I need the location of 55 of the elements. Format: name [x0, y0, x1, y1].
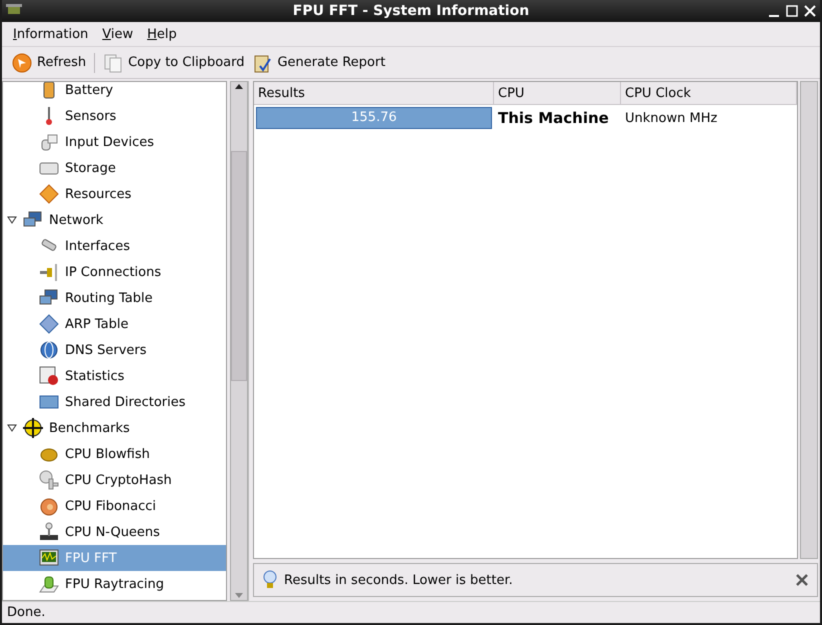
result-value: 155.76 [350, 109, 398, 127]
tree-item[interactable]: ARP Table [3, 311, 226, 337]
joystick-icon [39, 522, 59, 542]
diamond-icon [39, 184, 59, 204]
toolbar-button[interactable]: Generate Report [248, 48, 390, 76]
cylinder-icon [39, 574, 59, 594]
column-header[interactable]: CPU Clock [621, 82, 797, 104]
crosshair-icon [23, 418, 43, 438]
app-icon [6, 4, 22, 16]
menu-item[interactable]: Information [6, 26, 96, 42]
maximize-icon[interactable] [786, 4, 798, 18]
scrollbar-thumb[interactable] [231, 151, 247, 381]
toolbar-button[interactable]: Refresh [8, 48, 90, 76]
scrollbar[interactable] [800, 81, 818, 559]
tree-item[interactable]: CPU Fibonacci [3, 493, 226, 519]
tree-item[interactable]: CPU N-Queens [3, 519, 226, 545]
tree-item[interactable]: Shared Directories [3, 389, 226, 415]
column-header[interactable]: Results [254, 82, 494, 104]
column-header[interactable]: CPU [494, 82, 621, 104]
status-text: Done. [2, 601, 820, 623]
tree-item[interactable]: Statistics [3, 363, 226, 389]
tree-item[interactable]: Network [3, 207, 226, 233]
window-title: FPU FFT - System Information [292, 3, 530, 19]
clipboard-icon [252, 52, 272, 72]
table-cell-text: This Machine [497, 109, 610, 127]
tree-item[interactable]: Routing Table [3, 285, 226, 311]
copy-icon [103, 52, 124, 72]
tree-item[interactable]: FPU Raytracing [3, 571, 226, 597]
menu-item[interactable]: View [95, 26, 140, 42]
lightbulb-icon [262, 570, 278, 590]
menu-item[interactable]: Help [140, 26, 184, 42]
tree-item[interactable]: Resources [3, 181, 226, 207]
refresh-icon [12, 52, 32, 72]
toolbar-button[interactable]: Copy to Clipboard [99, 48, 248, 76]
tree-item[interactable]: Interfaces [3, 233, 226, 259]
table-cell-text: Unknown MHz [624, 110, 718, 126]
tree-item[interactable]: IP Connections [3, 259, 226, 285]
scrollbar[interactable] [230, 81, 248, 601]
plug-icon [39, 262, 59, 282]
close-icon[interactable] [795, 573, 809, 587]
expander-icon[interactable] [7, 424, 17, 432]
tree-item[interactable]: Benchmarks [3, 415, 226, 441]
scroll-up-icon[interactable] [234, 82, 244, 92]
diamond-icon [39, 314, 59, 334]
tree-item[interactable]: CPU CryptoHash [3, 467, 226, 493]
info-text: Results in seconds. Lower is better. [284, 572, 514, 588]
tree-item[interactable]: Input Devices [3, 129, 226, 155]
tree-item[interactable]: Battery [3, 82, 226, 103]
monitor-icon [39, 548, 59, 568]
tree-item[interactable]: Storage [3, 155, 226, 181]
globe-icon [39, 340, 59, 360]
expander-icon[interactable] [7, 216, 17, 224]
tree-item[interactable]: CPU Blowfish [3, 441, 226, 467]
tree-item[interactable]: DNS Servers [3, 337, 226, 363]
tree-item[interactable]: Sensors [3, 103, 226, 129]
